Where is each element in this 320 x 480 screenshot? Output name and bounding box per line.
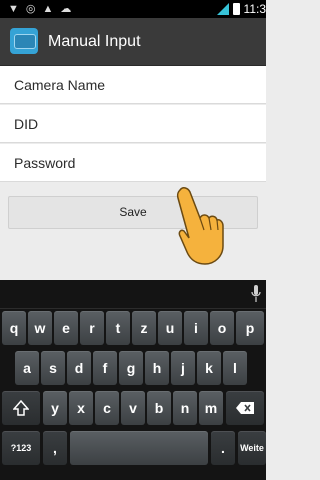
pin-icon: ▼: [8, 3, 19, 15]
keyboard-suggestion-strip: [0, 280, 266, 309]
key-g[interactable]: g: [119, 351, 143, 385]
status-bar: ▼ ◎ ▲ ☁ 11:3: [0, 0, 266, 18]
key-s[interactable]: s: [41, 351, 65, 385]
enter-key[interactable]: Weite: [238, 431, 266, 465]
key-m[interactable]: m: [199, 391, 223, 425]
key-e[interactable]: e: [54, 311, 78, 345]
signal-icon: [216, 3, 229, 15]
camera-name-field-container: [0, 66, 266, 104]
symbols-key[interactable]: ?123: [2, 431, 40, 465]
page-title: Manual Input: [48, 33, 141, 50]
camera-app-icon[interactable]: [10, 28, 38, 54]
period-key[interactable]: .: [211, 431, 235, 465]
key-c[interactable]: c: [95, 391, 119, 425]
did-input[interactable]: [0, 105, 266, 142]
backspace-icon: [236, 402, 254, 414]
manual-input-form: [0, 66, 266, 182]
shift-icon: [12, 399, 30, 416]
key-z[interactable]: z: [132, 311, 156, 345]
sync-icon: ◎: [25, 3, 36, 15]
key-u[interactable]: u: [158, 311, 182, 345]
comma-key[interactable]: ,: [43, 431, 67, 465]
did-field-container: [0, 105, 266, 143]
pointing-hand-icon: [176, 187, 224, 265]
key-h[interactable]: h: [145, 351, 169, 385]
password-field-container: [0, 144, 266, 182]
key-d[interactable]: d: [67, 351, 91, 385]
key-l[interactable]: l: [223, 351, 247, 385]
key-b[interactable]: b: [147, 391, 171, 425]
microphone-icon[interactable]: [251, 285, 261, 303]
key-k[interactable]: k: [197, 351, 221, 385]
key-o[interactable]: o: [210, 311, 234, 345]
cloud-icon: ☁: [60, 3, 72, 15]
battery-icon: [232, 3, 240, 15]
soft-keyboard: q w e r t z u i o p a s d f g h j k l y …: [0, 280, 266, 480]
key-j[interactable]: j: [171, 351, 195, 385]
alert-icon: ▲: [42, 3, 54, 15]
key-v[interactable]: v: [121, 391, 145, 425]
shift-key[interactable]: [2, 391, 40, 425]
key-q[interactable]: q: [2, 311, 26, 345]
camera-name-input[interactable]: [0, 66, 266, 103]
key-i[interactable]: i: [184, 311, 208, 345]
space-key[interactable]: [70, 431, 208, 465]
key-y[interactable]: y: [43, 391, 67, 425]
key-f[interactable]: f: [93, 351, 117, 385]
backspace-key[interactable]: [226, 391, 264, 425]
key-w[interactable]: w: [28, 311, 52, 345]
status-time: 11:3: [243, 2, 266, 16]
key-x[interactable]: x: [69, 391, 93, 425]
key-p[interactable]: p: [236, 311, 264, 345]
key-t[interactable]: t: [106, 311, 130, 345]
key-r[interactable]: r: [80, 311, 104, 345]
key-n[interactable]: n: [173, 391, 197, 425]
action-bar: Manual Input: [0, 18, 266, 67]
password-input[interactable]: [0, 144, 266, 181]
key-a[interactable]: a: [15, 351, 39, 385]
